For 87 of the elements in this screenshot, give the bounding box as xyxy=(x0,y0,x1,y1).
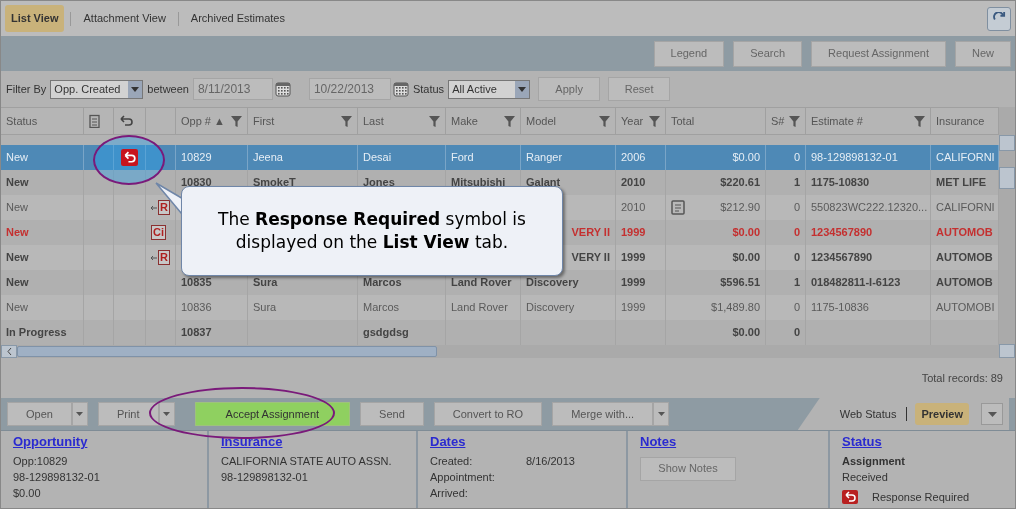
table-cell-text: 10835 xyxy=(181,275,212,291)
status-heading: Assignment xyxy=(842,454,906,468)
table-cell-text: 0 xyxy=(793,325,800,341)
table-cell-text: $0.00 xyxy=(732,325,760,341)
table-cell-text: SmokeT xyxy=(253,175,296,191)
table-cell-text: 1999 xyxy=(621,225,646,241)
table-cell-text: Ford xyxy=(451,150,474,166)
table-cell-text: CALIFORNI xyxy=(936,200,995,216)
detail-text: Response Required xyxy=(872,489,970,505)
detail-text: $0.00 xyxy=(13,486,42,500)
table-cell-text: Marcos xyxy=(363,275,402,291)
detail-text: 98-129898132-01 xyxy=(221,470,309,484)
table-cell-text: $220.61 xyxy=(720,175,760,191)
table-cell-text: 10830 xyxy=(181,175,212,191)
table-cell-text: 10837 xyxy=(181,325,212,341)
detail-text: 8/16/2013 xyxy=(526,454,575,468)
table-cell-text: New xyxy=(6,225,29,241)
table-cell-text: AUTOMOB xyxy=(936,225,993,241)
table-cell-text: 1 xyxy=(793,175,800,191)
total-records: Total records: 89 xyxy=(921,370,1003,386)
table-cell-text: Ranger xyxy=(526,150,563,166)
table-cell-text: Marcos xyxy=(363,300,400,316)
table-cell-text: 2006 xyxy=(621,150,646,166)
table-cell-text: VERY II xyxy=(571,225,610,241)
table-cell-text: AUTOMOB xyxy=(936,275,993,291)
status-label: Status xyxy=(412,81,445,97)
table-cell-text: 0 xyxy=(793,200,800,216)
table-cell-text: $0.00 xyxy=(732,250,760,266)
table-cell-text: 1999 xyxy=(621,275,646,291)
table-cell-text: Desai xyxy=(363,150,392,166)
table-cell-text: 0 xyxy=(793,300,800,316)
table-cell-text: Land Rover xyxy=(451,275,512,291)
table-cell-text: New xyxy=(6,150,28,166)
table-cell-text: gsdgdsg xyxy=(363,325,409,341)
table-cell-text: Galant xyxy=(526,175,561,191)
detail-text: 98-129898132-01 xyxy=(13,470,101,484)
table-cell-text: 1234567890 xyxy=(811,250,873,266)
table-cell-text: MET LIFE xyxy=(936,175,987,191)
table-cell-text: 550823WC222.12320... xyxy=(811,200,928,216)
table-cell-text: 98-129898132-01 xyxy=(811,150,898,166)
flag-icon: Ci xyxy=(151,225,166,240)
table-cell-text: Land Rover xyxy=(451,300,508,316)
table-cell-text: New xyxy=(6,300,28,316)
filter-label: Filter By xyxy=(6,81,47,97)
table-cell-text: New xyxy=(6,200,28,216)
table-cell-text: 2010 xyxy=(621,200,646,216)
table-cell-text: Sura xyxy=(253,275,278,291)
detail-label: Appointment: xyxy=(430,470,496,484)
table-cell-text: $596.51 xyxy=(720,275,760,291)
table-cell-text: 018482811-I-6123 xyxy=(811,275,901,291)
detail-text: Opp:10829 xyxy=(13,454,69,468)
table-cell-text: 1175-10830 xyxy=(811,175,870,191)
detail-label: Created: xyxy=(430,454,474,468)
detail-label: Arrived: xyxy=(430,486,469,500)
table-cell-text: 1175-10836 xyxy=(811,300,869,316)
table-cell-text: VERY II xyxy=(571,250,610,266)
table-cell-text: Mitsubishi xyxy=(451,175,506,191)
table-cell-text: $212.90 xyxy=(720,200,760,216)
table-cell-text: AUTOMOB xyxy=(936,250,993,266)
table-cell-text: 1234567890 xyxy=(811,225,873,241)
detail-text: CALIFORNIA STATE AUTO ASSN. xyxy=(221,454,393,468)
table-cell-text: CALIFORNI xyxy=(936,150,995,166)
table-cell-text: New xyxy=(6,250,29,266)
callout-text: The Response Required symbol is displayed on the List View tab. xyxy=(217,208,527,254)
table-cell-text: Sura xyxy=(253,300,277,316)
table-cell-text: $0.00 xyxy=(732,225,760,241)
table-cell-text: 1 xyxy=(793,275,800,291)
table-cell-text: 1999 xyxy=(621,250,646,266)
table-cell-text: New xyxy=(6,175,29,191)
table-cell-text: 0 xyxy=(793,150,800,166)
table-cell-text: AUTOMOBI xyxy=(936,300,995,316)
table-cell-text: 0 xyxy=(793,250,800,266)
table-cell-text: Discovery xyxy=(526,275,579,291)
table-cell-text: 0 xyxy=(793,225,800,241)
table-cell-text: 10836 xyxy=(181,300,212,316)
between-label: between xyxy=(147,81,189,97)
table-cell-text: 1999 xyxy=(621,300,646,316)
table-cell-text: Jones xyxy=(363,175,395,191)
detail-text: Received xyxy=(842,470,889,484)
table-cell-text: New xyxy=(6,275,29,291)
table-cell-text: 10829 xyxy=(181,150,212,166)
table-cell-text: 2010 xyxy=(621,175,646,191)
table-cell-text: Discovery xyxy=(526,300,575,316)
table-cell-text: In Progress xyxy=(6,325,67,341)
table-cell-text: $1,489.80 xyxy=(711,300,760,316)
table-cell-text: Jeena xyxy=(253,150,283,166)
table-cell-text: $0.00 xyxy=(732,150,760,166)
